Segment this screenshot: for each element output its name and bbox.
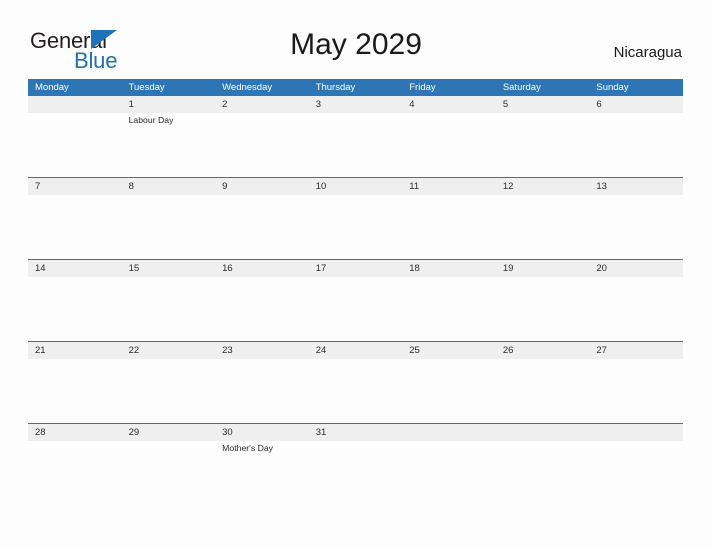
day-cell[interactable] bbox=[589, 359, 683, 423]
day-number[interactable]: 30 bbox=[215, 424, 309, 441]
day-cell[interactable] bbox=[309, 195, 403, 259]
week-date-numbers: 21 22 23 24 25 26 27 bbox=[28, 342, 683, 359]
day-cell[interactable] bbox=[496, 113, 590, 177]
day-cell[interactable] bbox=[309, 441, 403, 505]
day-number[interactable]: 5 bbox=[496, 96, 590, 113]
day-cell[interactable] bbox=[215, 195, 309, 259]
day-number[interactable]: 31 bbox=[309, 424, 403, 441]
day-cell[interactable] bbox=[402, 113, 496, 177]
event-label: Mother's Day bbox=[222, 443, 274, 453]
day-number[interactable]: 2 bbox=[215, 96, 309, 113]
day-number[interactable]: 28 bbox=[28, 424, 122, 441]
day-number[interactable]: 21 bbox=[28, 342, 122, 359]
day-number[interactable] bbox=[28, 96, 122, 113]
day-number[interactable]: 6 bbox=[589, 96, 683, 113]
weekday-header-saturday: Saturday bbox=[502, 82, 541, 93]
weekday-header-sunday: Sunday bbox=[596, 82, 629, 93]
day-cell[interactable] bbox=[122, 359, 216, 423]
day-number[interactable]: 16 bbox=[215, 260, 309, 277]
week-date-numbers: 28 29 30 31 bbox=[28, 424, 683, 441]
day-number[interactable]: 27 bbox=[589, 342, 683, 359]
day-number[interactable]: 24 bbox=[309, 342, 403, 359]
day-cell[interactable] bbox=[496, 359, 590, 423]
day-cell[interactable] bbox=[402, 441, 496, 505]
day-number[interactable]: 26 bbox=[496, 342, 590, 359]
day-number[interactable]: 17 bbox=[309, 260, 403, 277]
day-cell[interactable] bbox=[122, 195, 216, 259]
event-label: Labour Day bbox=[128, 115, 174, 125]
week-date-numbers: 1 2 3 4 5 6 bbox=[28, 96, 683, 113]
day-number[interactable]: 9 bbox=[215, 178, 309, 195]
day-cell[interactable] bbox=[309, 359, 403, 423]
page-title: May 2029 bbox=[290, 28, 422, 61]
day-cell[interactable] bbox=[309, 113, 403, 177]
calendar-week-row: 1 2 3 4 5 6 Labour Day bbox=[28, 96, 683, 177]
day-cell[interactable] bbox=[122, 441, 216, 505]
day-number[interactable]: 11 bbox=[402, 178, 496, 195]
calendar-week-row: 28 29 30 31 Mother's Day bbox=[28, 423, 683, 505]
day-number[interactable]: 18 bbox=[402, 260, 496, 277]
day-number[interactable]: 22 bbox=[122, 342, 216, 359]
day-number[interactable]: 25 bbox=[402, 342, 496, 359]
day-number[interactable] bbox=[589, 424, 683, 441]
day-cell[interactable]: Mother's Day bbox=[215, 441, 309, 505]
calendar-week-row: 7 8 9 10 11 12 13 bbox=[28, 177, 683, 259]
weekday-header-friday: Friday bbox=[409, 82, 436, 93]
day-cell[interactable] bbox=[215, 359, 309, 423]
day-cell[interactable] bbox=[589, 277, 683, 341]
day-number[interactable]: 14 bbox=[28, 260, 122, 277]
day-cell[interactable] bbox=[28, 359, 122, 423]
weekday-header-monday: Monday bbox=[35, 82, 69, 93]
day-number[interactable]: 29 bbox=[122, 424, 216, 441]
week-event-area bbox=[28, 359, 683, 423]
day-number[interactable] bbox=[496, 424, 590, 441]
weekday-header-tuesday: Tuesday bbox=[128, 82, 165, 93]
day-cell[interactable] bbox=[309, 277, 403, 341]
week-event-area bbox=[28, 277, 683, 341]
day-number[interactable]: 7 bbox=[28, 178, 122, 195]
day-number[interactable]: 23 bbox=[215, 342, 309, 359]
country-label: Nicaragua bbox=[613, 44, 682, 61]
weekday-header-thursday: Thursday bbox=[315, 82, 356, 93]
day-number[interactable]: 1 bbox=[122, 96, 216, 113]
day-number[interactable]: 10 bbox=[309, 178, 403, 195]
day-number[interactable]: 15 bbox=[122, 260, 216, 277]
week-event-area bbox=[28, 195, 683, 259]
day-number[interactable]: 12 bbox=[496, 178, 590, 195]
day-cell[interactable] bbox=[215, 277, 309, 341]
calendar-week-row: 21 22 23 24 25 26 27 bbox=[28, 341, 683, 423]
day-cell[interactable] bbox=[496, 195, 590, 259]
day-number[interactable]: 13 bbox=[589, 178, 683, 195]
day-number[interactable]: 4 bbox=[402, 96, 496, 113]
day-cell[interactable] bbox=[215, 113, 309, 177]
day-cell[interactable] bbox=[589, 441, 683, 505]
day-cell[interactable] bbox=[28, 441, 122, 505]
day-cell[interactable] bbox=[28, 277, 122, 341]
day-cell[interactable] bbox=[122, 277, 216, 341]
day-cell[interactable] bbox=[402, 277, 496, 341]
week-event-area: Labour Day bbox=[28, 113, 683, 177]
weekday-header-wednesday: Wednesday bbox=[222, 82, 273, 93]
day-number[interactable]: 20 bbox=[589, 260, 683, 277]
week-date-numbers: 14 15 16 17 18 19 20 bbox=[28, 260, 683, 277]
day-cell[interactable] bbox=[28, 195, 122, 259]
day-cell[interactable] bbox=[496, 441, 590, 505]
page-header: General Blue May 2029 Nicaragua bbox=[0, 0, 712, 79]
day-cell[interactable] bbox=[589, 195, 683, 259]
day-cell[interactable] bbox=[589, 113, 683, 177]
day-number[interactable]: 19 bbox=[496, 260, 590, 277]
week-date-numbers: 7 8 9 10 11 12 13 bbox=[28, 178, 683, 195]
day-cell[interactable] bbox=[496, 277, 590, 341]
day-cell[interactable] bbox=[402, 195, 496, 259]
calendar-week-row: 14 15 16 17 18 19 20 bbox=[28, 259, 683, 341]
day-number[interactable]: 8 bbox=[122, 178, 216, 195]
day-cell[interactable]: Labour Day bbox=[122, 113, 216, 177]
day-number[interactable] bbox=[402, 424, 496, 441]
day-cell[interactable] bbox=[402, 359, 496, 423]
day-number[interactable]: 3 bbox=[309, 96, 403, 113]
day-cell[interactable] bbox=[28, 113, 122, 177]
week-event-area: Mother's Day bbox=[28, 441, 683, 505]
calendar-grid: Monday Tuesday Wednesday Thursday Friday… bbox=[28, 79, 683, 505]
calendar-weekday-header: Monday Tuesday Wednesday Thursday Friday… bbox=[28, 79, 683, 96]
